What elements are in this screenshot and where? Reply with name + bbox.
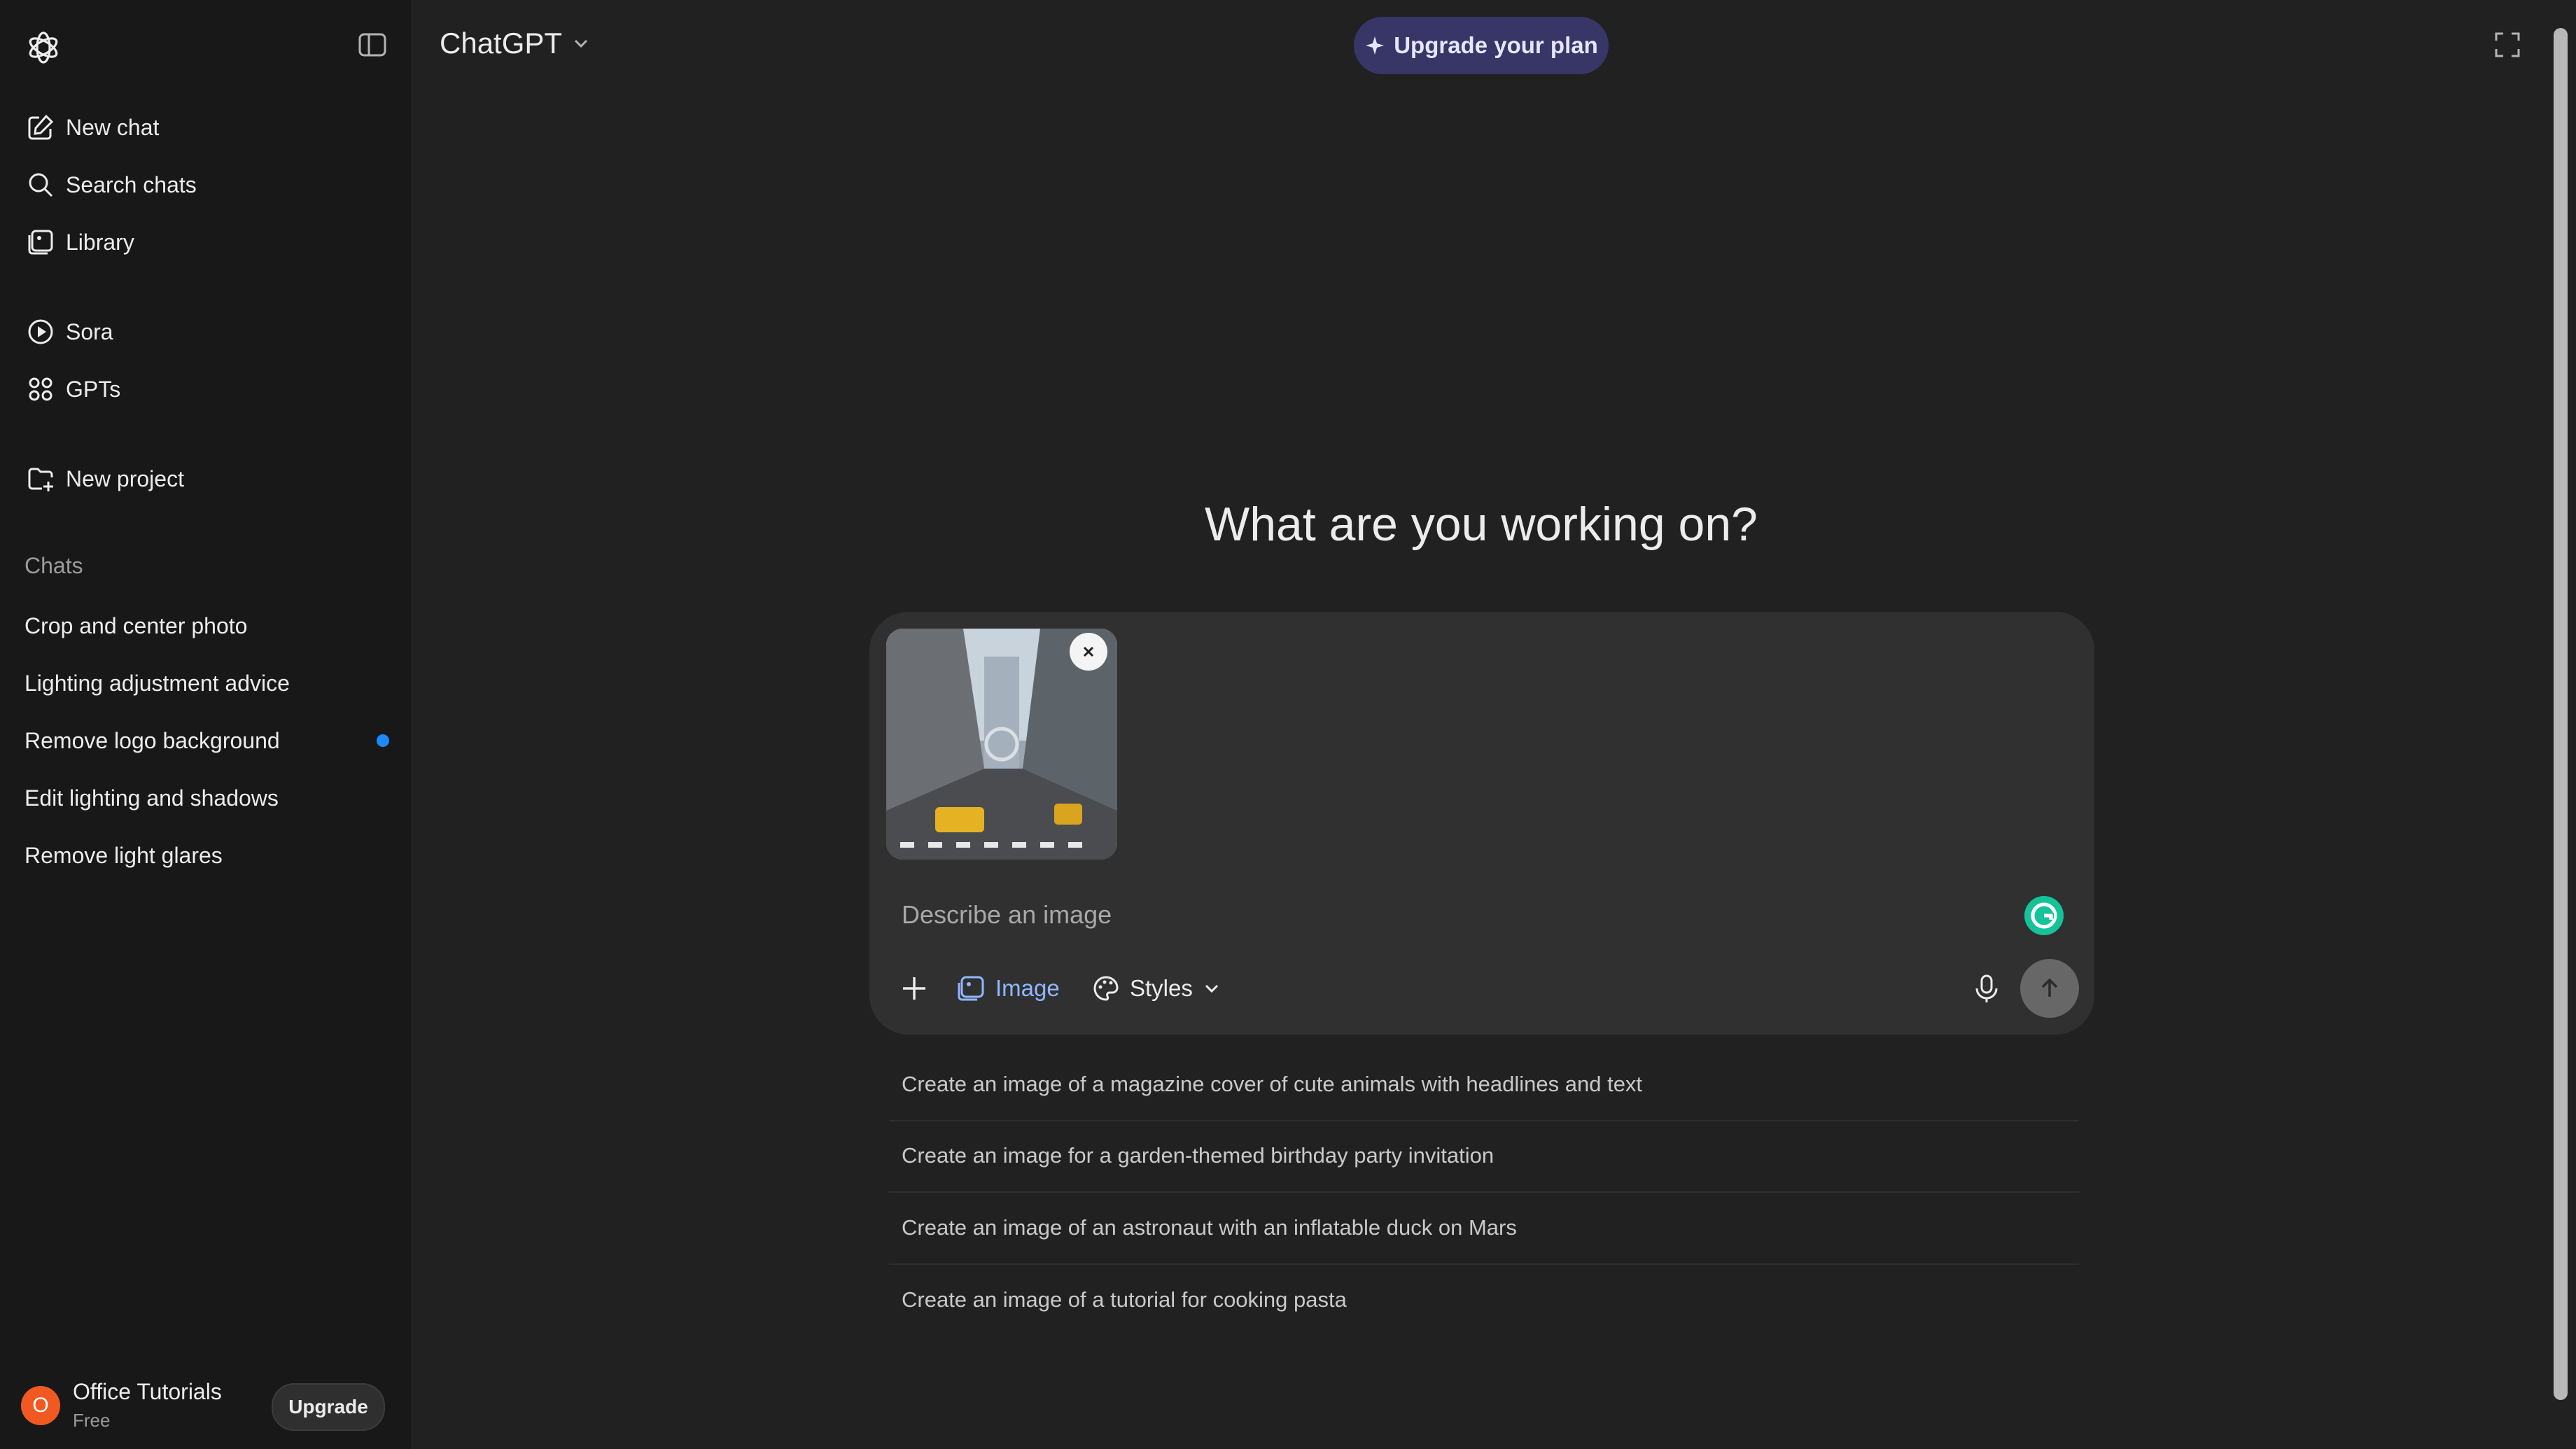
composer: Image Styles: [869, 612, 2094, 1035]
openai-logo-icon[interactable]: [24, 28, 63, 67]
chevron-down-icon: [575, 39, 588, 48]
chevron-down-icon: [1205, 984, 1218, 993]
microphone-icon[interactable]: [1968, 970, 2005, 1007]
send-button[interactable]: [2020, 959, 2079, 1018]
palette-icon: [1093, 976, 1119, 1001]
sidebar-item-sora[interactable]: Sora: [10, 305, 395, 358]
profile-name: Office Tutorials: [73, 1379, 222, 1404]
edit-icon: [28, 114, 54, 140]
profile-plan: Free: [73, 1410, 111, 1431]
styles-label: Styles: [1130, 975, 1193, 1001]
suggestion-label: Create an image of an astronaut with an …: [902, 1215, 1517, 1240]
scrollbar[interactable]: [2545, 0, 2576, 1449]
model-name: ChatGPT: [440, 27, 563, 59]
user-profile[interactable]: O Office Tutorials Free: [10, 1371, 262, 1438]
avatar: O: [21, 1386, 60, 1425]
sidebar-item-library[interactable]: Library: [10, 216, 395, 269]
sidebar-item-label: GPTs: [66, 376, 121, 402]
sidebar-item-label: New chat: [66, 114, 160, 140]
unread-indicator: [377, 734, 389, 747]
library-icon: [28, 230, 53, 255]
chat-item[interactable]: Lighting adjustment advice: [10, 657, 395, 710]
sparkle-icon: [1366, 36, 1385, 55]
chats-section-title: Chats: [24, 553, 83, 578]
chat-item[interactable]: Remove light glares: [10, 829, 395, 882]
add-icon[interactable]: [899, 973, 930, 1004]
page-title: What are you working on?: [1205, 498, 1758, 551]
sidebar-item-label: New project: [66, 465, 184, 491]
chat-item-label: Crop and center photo: [24, 612, 248, 638]
play-circle-icon: [28, 319, 53, 344]
sidebar-item-gpts[interactable]: GPTs: [10, 363, 395, 416]
search-icon: [29, 173, 53, 197]
sidebar-item-new-project[interactable]: New project: [10, 452, 395, 505]
upgrade-button[interactable]: Upgrade: [272, 1383, 385, 1431]
suggestion-item[interactable]: Create an image of a magazine cover of c…: [889, 1049, 2079, 1121]
scrollbar-thumb[interactable]: [2554, 28, 2568, 1400]
arrow-up-icon: [2041, 978, 2058, 997]
chat-item-label: Edit lighting and shadows: [24, 785, 279, 811]
upgrade-plan-button[interactable]: Upgrade your plan: [1354, 17, 1609, 74]
sidebar-item-search-chats[interactable]: Search chats: [10, 158, 395, 211]
upgrade-plan-label: Upgrade your plan: [1394, 32, 1598, 58]
suggestion-item[interactable]: Create an image of an astronaut with an …: [889, 1192, 2079, 1265]
chat-item-label: Lighting adjustment advice: [24, 670, 290, 696]
sidebar: New chat Search chats Library Sora GPTs: [0, 0, 411, 1449]
suggestion-label: Create an image of a tutorial for cookin…: [902, 1287, 1347, 1312]
image-tool-button[interactable]: Image: [956, 967, 1060, 1009]
sidebar-header: [0, 0, 411, 91]
chat-item[interactable]: Edit lighting and shadows: [10, 771, 395, 825]
grammarly-icon[interactable]: [2023, 895, 2065, 937]
sidebar-item-label: Search chats: [66, 172, 197, 197]
sidebar-item-new-chat[interactable]: New chat: [10, 101, 395, 154]
chat-item-label: Remove light glares: [24, 842, 223, 868]
prompt-input[interactable]: [900, 895, 1953, 935]
sidebar-item-label: Library: [66, 229, 134, 255]
toggle-sidebar-icon[interactable]: [356, 28, 389, 62]
suggestion-item[interactable]: Create an image for a garden-themed birt…: [889, 1120, 2079, 1193]
styles-dropdown[interactable]: Styles: [1091, 967, 1222, 1009]
chat-item[interactable]: Crop and center photo: [10, 599, 395, 652]
chat-item[interactable]: Remove logo background: [10, 714, 395, 767]
suggestion-label: Create an image of a magazine cover of c…: [902, 1072, 1643, 1096]
folder-plus-icon: [28, 468, 53, 491]
sidebar-item-label: Sora: [66, 318, 113, 344]
image-tool-label: Image: [995, 975, 1060, 1001]
grid-icon: [29, 377, 52, 401]
image-icon: [958, 976, 984, 1001]
suggestion-item[interactable]: Create an image of a tutorial for cookin…: [889, 1264, 2079, 1336]
suggestion-label: Create an image for a garden-themed birt…: [902, 1143, 1494, 1168]
expand-icon[interactable]: [2492, 29, 2523, 60]
close-icon: [1083, 646, 1094, 657]
model-selector[interactable]: ChatGPT: [440, 27, 592, 60]
remove-attachment-button[interactable]: [1070, 633, 1107, 671]
chat-item-label: Remove logo background: [24, 727, 280, 753]
